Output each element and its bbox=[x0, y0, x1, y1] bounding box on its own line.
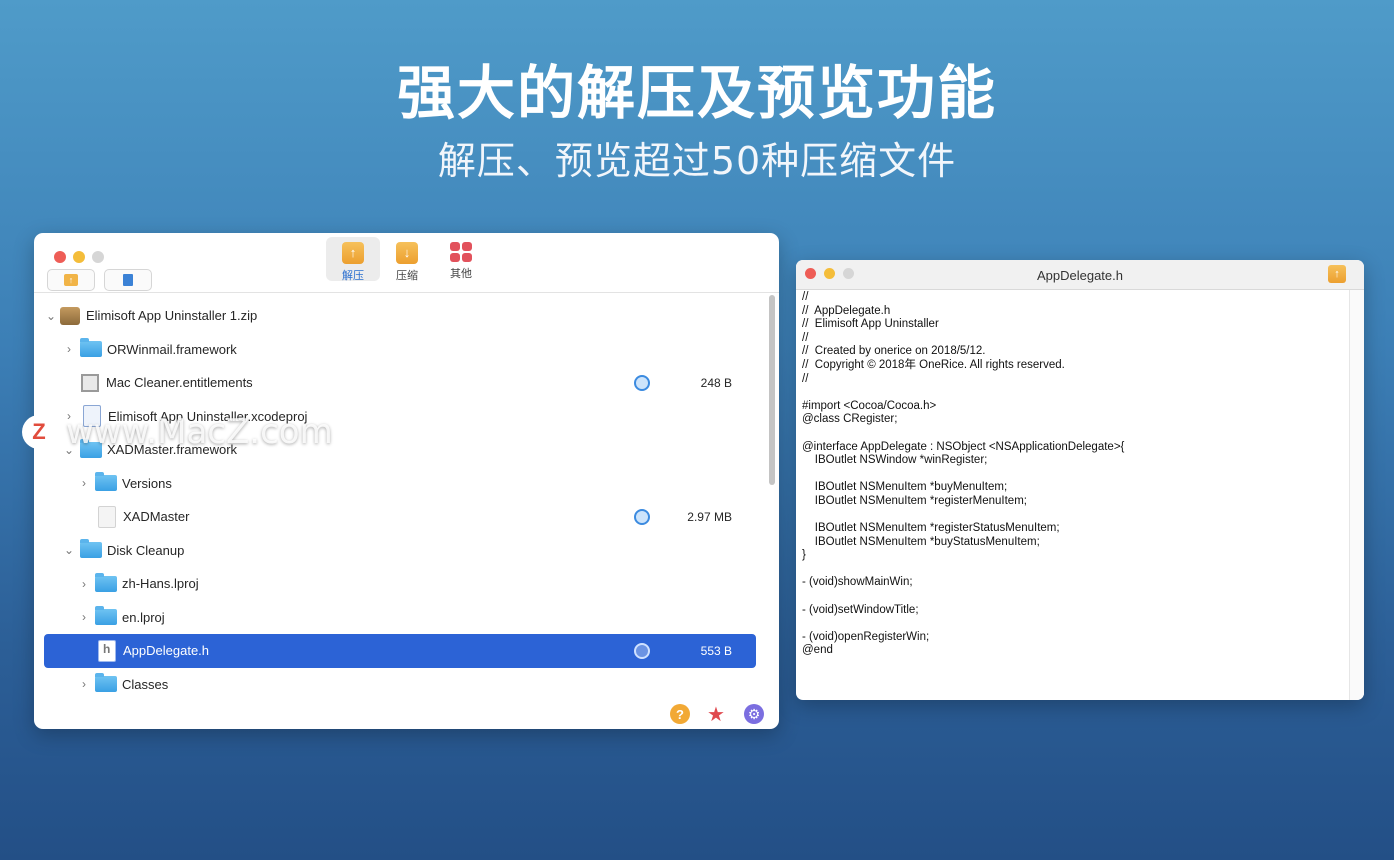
preview-titlebar: AppDelegate.h ↑ bbox=[796, 260, 1364, 290]
scrollbar-thumb[interactable] bbox=[769, 295, 775, 485]
chevron-right-icon[interactable]: › bbox=[62, 342, 76, 356]
close-button[interactable] bbox=[54, 251, 66, 263]
file-name: Disk Cleanup bbox=[107, 542, 185, 558]
star-icon[interactable]: ★ bbox=[706, 704, 726, 726]
tree-row[interactable]: › zh-Hans.lproj bbox=[44, 567, 756, 601]
file-name: zh-Hans.lproj bbox=[122, 576, 199, 592]
tree-row-selected[interactable]: AppDelegate.h 553 B bbox=[44, 634, 756, 668]
chevron-right-icon[interactable]: › bbox=[77, 577, 91, 591]
file-name: Mac Cleaner.entitlements bbox=[106, 375, 253, 391]
zoom-button[interactable] bbox=[92, 251, 104, 263]
file-name: Classes bbox=[122, 676, 169, 692]
delete-button[interactable] bbox=[104, 269, 152, 291]
file-size: 553 B bbox=[700, 643, 732, 658]
file-name: XADMaster bbox=[123, 509, 190, 525]
help-icon[interactable]: ? bbox=[670, 704, 690, 724]
folder-icon bbox=[95, 572, 117, 592]
code-preview: // // AppDelegate.h // Elimisoft App Uni… bbox=[802, 291, 1125, 657]
watermark-text: www.MacZ.com bbox=[66, 412, 333, 452]
toolbar-divider bbox=[34, 292, 779, 293]
hero-subtitle: 解压、预览超过50种压缩文件 bbox=[437, 139, 957, 183]
grid-icon bbox=[450, 242, 472, 262]
archive-window: ↑ ↑ 解压 ↓ 压缩 其他 ⌄ Elimisoft App Uninstall… bbox=[34, 233, 779, 729]
chevron-right-icon[interactable]: › bbox=[77, 610, 91, 624]
extract-icon: ↑ bbox=[342, 242, 364, 264]
folder-icon bbox=[95, 606, 117, 626]
watermark-badge: Z bbox=[22, 415, 56, 449]
file-size: 248 B bbox=[700, 375, 732, 390]
scrollbar[interactable] bbox=[768, 295, 776, 705]
tab-extract[interactable]: ↑ 解压 bbox=[326, 237, 380, 282]
folder-icon bbox=[95, 472, 117, 492]
tab-compress[interactable]: ↓ 压缩 bbox=[380, 237, 434, 282]
tree-row[interactable]: › en.lproj bbox=[44, 601, 756, 635]
watermark: Z www.MacZ.com bbox=[22, 412, 333, 452]
extract-small-button[interactable]: ↑ bbox=[47, 269, 95, 291]
chevron-right-icon[interactable]: › bbox=[77, 476, 91, 490]
archive-icon bbox=[60, 306, 80, 325]
preview-magnifier-icon[interactable] bbox=[634, 642, 650, 659]
folder-icon bbox=[80, 338, 102, 358]
hero-title: 强大的解压及预览功能 bbox=[396, 59, 997, 127]
file-name: Elimisoft App Uninstaller 1.zip bbox=[86, 308, 258, 324]
file-tree: ⌄ Elimisoft App Uninstaller 1.zip › ORWi… bbox=[44, 299, 756, 701]
preview-window: AppDelegate.h ↑ // // AppDelegate.h // E… bbox=[796, 260, 1364, 700]
tab-compress-label: 压缩 bbox=[396, 270, 418, 282]
tree-row[interactable]: › ORWinmail.framework bbox=[44, 333, 756, 367]
compress-icon: ↓ bbox=[396, 242, 418, 264]
minimize-button[interactable] bbox=[73, 251, 85, 263]
chevron-right-icon[interactable]: › bbox=[77, 677, 91, 691]
tree-row[interactable]: ⌄ Elimisoft App Uninstaller 1.zip bbox=[44, 299, 756, 333]
file-name: en.lproj bbox=[122, 609, 165, 625]
header-file-icon bbox=[98, 639, 116, 662]
tab-other-label: 其他 bbox=[450, 268, 472, 280]
trash-icon bbox=[123, 274, 133, 286]
preview-scrollbar[interactable] bbox=[1349, 290, 1364, 700]
document-icon bbox=[98, 505, 116, 528]
file-name: AppDelegate.h bbox=[123, 643, 210, 659]
tab-other[interactable]: 其他 bbox=[434, 237, 488, 281]
tree-row[interactable]: ⌄ Disk Cleanup bbox=[44, 534, 756, 568]
file-name: ORWinmail.framework bbox=[107, 341, 237, 357]
preview-title: AppDelegate.h bbox=[1036, 268, 1123, 283]
chevron-down-icon[interactable]: ⌄ bbox=[44, 309, 58, 323]
gear-icon[interactable]: ⚙ bbox=[744, 704, 764, 724]
tree-row[interactable]: › Classes bbox=[44, 668, 756, 702]
folder-icon bbox=[80, 539, 102, 559]
entitlements-icon bbox=[81, 373, 99, 392]
tree-row[interactable]: › Versions bbox=[44, 467, 756, 501]
extract-icon[interactable]: ↑ bbox=[1328, 265, 1346, 283]
upload-icon: ↑ bbox=[64, 274, 78, 286]
file-size: 2.97 MB bbox=[687, 509, 732, 524]
preview-magnifier-icon[interactable] bbox=[634, 374, 650, 391]
tree-row[interactable]: XADMaster 2.97 MB bbox=[44, 500, 756, 534]
folder-icon bbox=[95, 673, 117, 693]
file-name: Versions bbox=[122, 475, 172, 491]
chevron-down-icon[interactable]: ⌄ bbox=[62, 543, 76, 557]
tab-extract-label: 解压 bbox=[342, 270, 364, 282]
tree-row[interactable]: Mac Cleaner.entitlements 248 B bbox=[44, 366, 756, 400]
preview-magnifier-icon[interactable] bbox=[634, 508, 650, 525]
